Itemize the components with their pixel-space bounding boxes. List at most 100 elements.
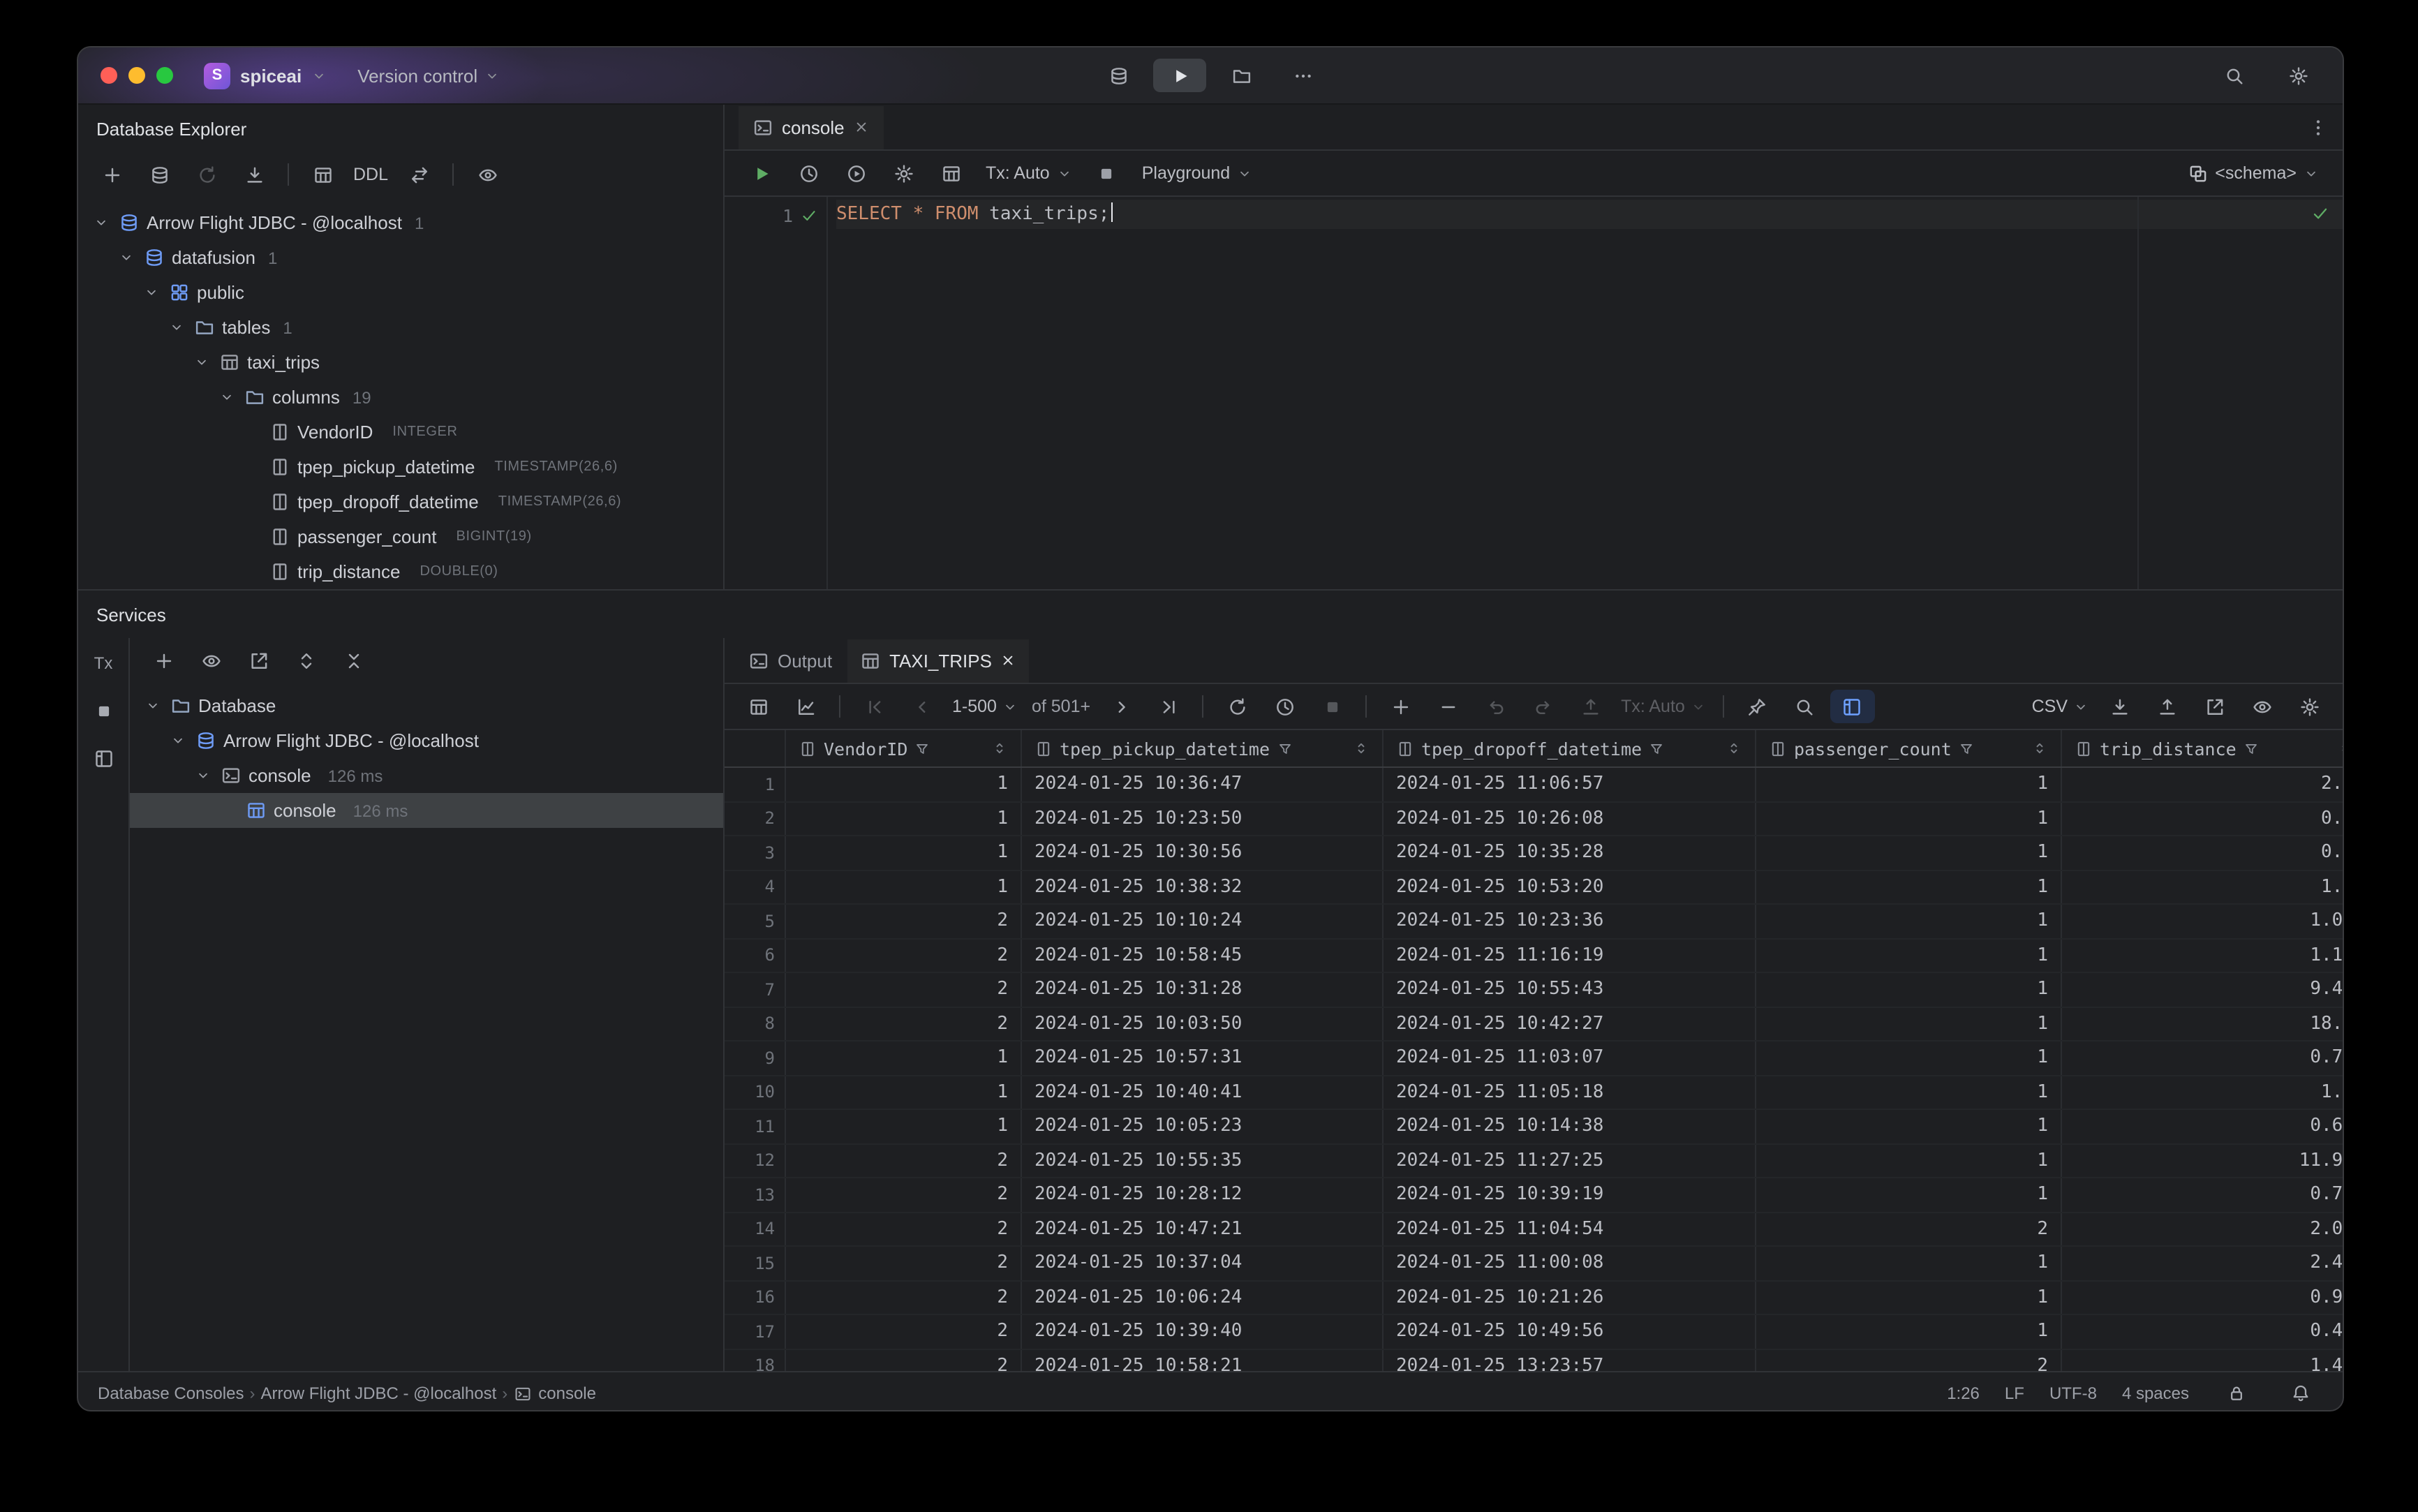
- jump-to-console-button[interactable]: [232, 158, 276, 191]
- db-tree-item-passenger-count[interactable]: passenger_count BIGINT(19): [78, 519, 723, 554]
- db-tree-item-datafusion[interactable]: datafusion 1: [78, 240, 723, 275]
- grid-cell[interactable]: 2024-01-25 10:23:36: [1384, 905, 1756, 937]
- grid-cell[interactable]: 0.68: [2062, 1110, 2343, 1143]
- grid-cell[interactable]: 1: [1756, 768, 2062, 801]
- grid-cell[interactable]: 1: [786, 1076, 1022, 1109]
- grid-cell[interactable]: 1.14: [2062, 939, 2343, 972]
- services-tree-item-arrow-flight-jdbc-localhost[interactable]: Arrow Flight JDBC - @localhost: [130, 723, 723, 758]
- db-tree-item-vendorid[interactable]: VendorID INTEGER: [78, 415, 723, 450]
- column-header-trip-distance[interactable]: trip_distance: [2062, 730, 2343, 766]
- auto-refresh-button[interactable]: [1262, 690, 1307, 723]
- chart-view-button[interactable]: [783, 690, 828, 723]
- grid-cell[interactable]: 0.76: [2062, 1042, 2343, 1074]
- file-encoding[interactable]: UTF-8: [2049, 1384, 2097, 1403]
- row-number-cell[interactable]: 7: [725, 973, 786, 1006]
- grid-cell[interactable]: 2: [786, 1178, 1022, 1211]
- hide-panel-button[interactable]: [80, 740, 127, 776]
- grid-cell[interactable]: 1: [1756, 905, 2062, 937]
- db-tree-item-tpep-pickup-datetime[interactable]: tpep_pickup_datetime TIMESTAMP(26,6): [78, 450, 723, 484]
- db-tree-item-trip-distance[interactable]: trip_distance DOUBLE(0): [78, 554, 723, 589]
- db-tree-item-tpep-dropoff-datetime[interactable]: tpep_dropoff_datetime TIMESTAMP(26,6): [78, 484, 723, 519]
- more-actions-button[interactable]: [1276, 59, 1329, 92]
- collapse-all-button[interactable]: [331, 644, 376, 677]
- code-area[interactable]: SELECT * FROM taxi_trips;: [828, 197, 2343, 589]
- grid-cell[interactable]: 2024-01-25 10:58:45: [1022, 939, 1384, 972]
- grid-cell[interactable]: 2: [786, 1247, 1022, 1280]
- row-number-header[interactable]: [725, 730, 786, 766]
- chevron-down-icon[interactable]: [140, 282, 162, 303]
- view-options-button[interactable]: [188, 644, 233, 677]
- grid-cell[interactable]: 1: [1756, 1144, 2062, 1177]
- column-header-tpep-pickup-datetime[interactable]: tpep_pickup_datetime: [1022, 730, 1384, 766]
- db-tree-item-public[interactable]: public: [78, 275, 723, 310]
- grid-cell[interactable]: 1: [786, 1110, 1022, 1143]
- grid-cell[interactable]: 2024-01-25 11:03:07: [1384, 1042, 1756, 1074]
- grid-cell[interactable]: 1.47: [2062, 1349, 2343, 1372]
- chevron-down-icon[interactable]: [89, 212, 112, 233]
- last-page-button[interactable]: [1146, 690, 1191, 723]
- row-number-cell[interactable]: 12: [725, 1144, 786, 1177]
- grid-cell[interactable]: 2: [786, 1349, 1022, 1371]
- refresh-button[interactable]: [184, 158, 229, 191]
- grid-cell[interactable]: 2024-01-25 10:39:40: [1022, 1315, 1384, 1348]
- data-grid[interactable]: VendorID tpep_pickup_datetime tpep_dropoff…: [725, 730, 2343, 1371]
- grid-cell[interactable]: 2024-01-25 11:06:57: [1384, 768, 1756, 801]
- row-number-cell[interactable]: 10: [725, 1076, 786, 1109]
- tab-output[interactable]: Output: [736, 639, 845, 682]
- grid-cell[interactable]: 2.46: [2062, 1247, 2343, 1280]
- db-tree-item-tables[interactable]: tables 1: [78, 310, 723, 345]
- zoom-window-button[interactable]: [156, 67, 173, 84]
- previous-page-button[interactable]: [899, 690, 944, 723]
- grid-cell[interactable]: 2024-01-25 10:40:41: [1022, 1076, 1384, 1109]
- open-table-button[interactable]: [300, 158, 345, 191]
- grid-cell[interactable]: 0.98: [2062, 1281, 2343, 1314]
- grid-cell[interactable]: 2024-01-25 10:47:21: [1022, 1213, 1384, 1245]
- grid-cell[interactable]: 1: [786, 768, 1022, 801]
- view-as-table-button[interactable]: [928, 156, 973, 190]
- close-tab-icon[interactable]: [853, 119, 870, 135]
- ide-settings-button[interactable]: [2276, 59, 2320, 92]
- grid-cell[interactable]: 2024-01-25 10:55:43: [1384, 973, 1756, 1006]
- expand-all-button[interactable]: [283, 644, 328, 677]
- grid-cell[interactable]: 2024-01-25 10:39:19: [1384, 1178, 1756, 1211]
- db-tree-item-arrow-flight-jdbc-localhost[interactable]: Arrow Flight JDBC - @localhost 1: [78, 205, 723, 240]
- grid-cell[interactable]: 2: [786, 973, 1022, 1006]
- data-source-properties-button[interactable]: [137, 158, 181, 191]
- grid-cell[interactable]: 2024-01-25 10:05:23: [1022, 1110, 1384, 1143]
- grid-cell[interactable]: 0.4: [2062, 802, 2343, 835]
- row-number-cell[interactable]: 6: [725, 939, 786, 972]
- redo-button[interactable]: [1520, 690, 1565, 723]
- grid-cell[interactable]: 2.06: [2062, 1213, 2343, 1245]
- grid-cell[interactable]: 1: [1756, 1110, 2062, 1143]
- notifications-button[interactable]: [2278, 1377, 2323, 1410]
- run-widget-button[interactable]: [1153, 59, 1206, 92]
- version-control-widget[interactable]: Version control: [349, 61, 508, 90]
- grid-cell[interactable]: 2024-01-25 10:14:38: [1384, 1110, 1756, 1143]
- grid-cell[interactable]: 2: [786, 1213, 1022, 1245]
- close-window-button[interactable]: [101, 67, 117, 84]
- grid-cell[interactable]: 2: [786, 1281, 1022, 1314]
- grid-cell[interactable]: 1: [1756, 1315, 2062, 1348]
- grid-cell[interactable]: 2024-01-25 10:55:35: [1022, 1144, 1384, 1177]
- breadcrumb-item-console[interactable]: console: [513, 1384, 596, 1403]
- grid-cell[interactable]: 1: [1756, 870, 2062, 903]
- grid-cell[interactable]: 1: [1756, 1247, 2062, 1280]
- first-page-button[interactable]: [852, 690, 896, 723]
- row-number-cell[interactable]: 18: [725, 1349, 786, 1371]
- grid-cell[interactable]: 2024-01-25 11:27:25: [1384, 1144, 1756, 1177]
- grid-settings-button[interactable]: [2287, 690, 2331, 723]
- grid-cell[interactable]: 2: [786, 939, 1022, 972]
- export-data-button[interactable]: [2192, 690, 2237, 723]
- grid-cell[interactable]: 1: [1756, 836, 2062, 869]
- grid-cell[interactable]: 2024-01-25 10:53:20: [1384, 870, 1756, 903]
- stop-query-button[interactable]: [1310, 690, 1354, 723]
- grid-cell[interactable]: 2024-01-25 11:16:19: [1384, 939, 1756, 972]
- grid-cell[interactable]: 9.49: [2062, 973, 2343, 1006]
- chevron-down-icon[interactable]: [165, 317, 187, 338]
- undo-button[interactable]: [1473, 690, 1518, 723]
- editor-tab-console[interactable]: console: [739, 105, 884, 149]
- inspections-ok-icon[interactable]: [2311, 204, 2330, 223]
- project-structure-button[interactable]: [1215, 59, 1268, 92]
- view-options-button[interactable]: [465, 158, 510, 191]
- sql-editor[interactable]: 1 SELECT * FROM taxi_trips;: [725, 197, 2343, 589]
